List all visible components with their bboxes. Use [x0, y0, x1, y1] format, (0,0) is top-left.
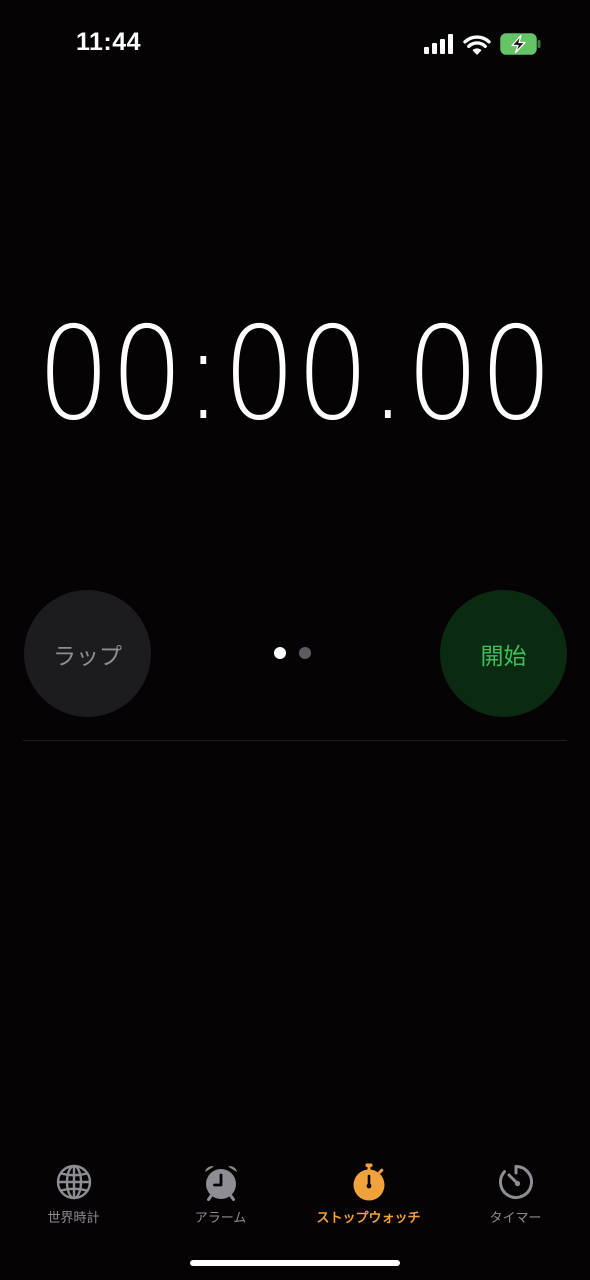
- start-button-label: 開始: [480, 643, 527, 670]
- tab-label-stopwatch: ストップウォッチ: [316, 1211, 421, 1226]
- tab-label-timer: タイマー: [489, 1211, 542, 1226]
- start-button[interactable]: 開始: [440, 590, 567, 717]
- globe-icon: [56, 1164, 91, 1200]
- status-time: 11:44: [76, 28, 142, 56]
- stopwatch-time-display: 00:00.00: [0, 300, 590, 450]
- lap-button-label: ラップ: [53, 643, 122, 670]
- page-indicator[interactable]: [274, 647, 311, 659]
- cellular-signal-icon: [424, 34, 453, 54]
- wifi-icon: [463, 34, 491, 55]
- alarm-clock-icon: [204, 1166, 237, 1201]
- stopwatch-controls: ラップ 開始: [0, 590, 590, 718]
- lap-button[interactable]: ラップ: [24, 590, 151, 717]
- battery-charging-icon: [500, 33, 541, 55]
- tab-stopwatch[interactable]: ストップウォッチ: [295, 1155, 442, 1235]
- tab-bar: 世界時計 アラーム ストップウォッチ タイマー: [0, 1155, 590, 1245]
- page-dot-active: [274, 647, 286, 659]
- stopwatch-icon: [353, 1163, 384, 1201]
- home-indicator[interactable]: [190, 1260, 400, 1266]
- tab-timer[interactable]: タイマー: [442, 1155, 589, 1235]
- tab-label-world-clock: 世界時計: [47, 1211, 100, 1226]
- laps-divider: [23, 740, 567, 741]
- timer-icon: [498, 1165, 533, 1199]
- status-bar: 11:44: [0, 0, 590, 90]
- status-icons: [424, 31, 542, 57]
- tab-alarm[interactable]: アラーム: [147, 1155, 294, 1235]
- stopwatch-time-text: 00:00.00: [37, 300, 553, 449]
- page-dot-inactive: [299, 647, 311, 659]
- tab-label-alarm: アラーム: [194, 1211, 247, 1226]
- tab-world-clock[interactable]: 世界時計: [0, 1155, 147, 1235]
